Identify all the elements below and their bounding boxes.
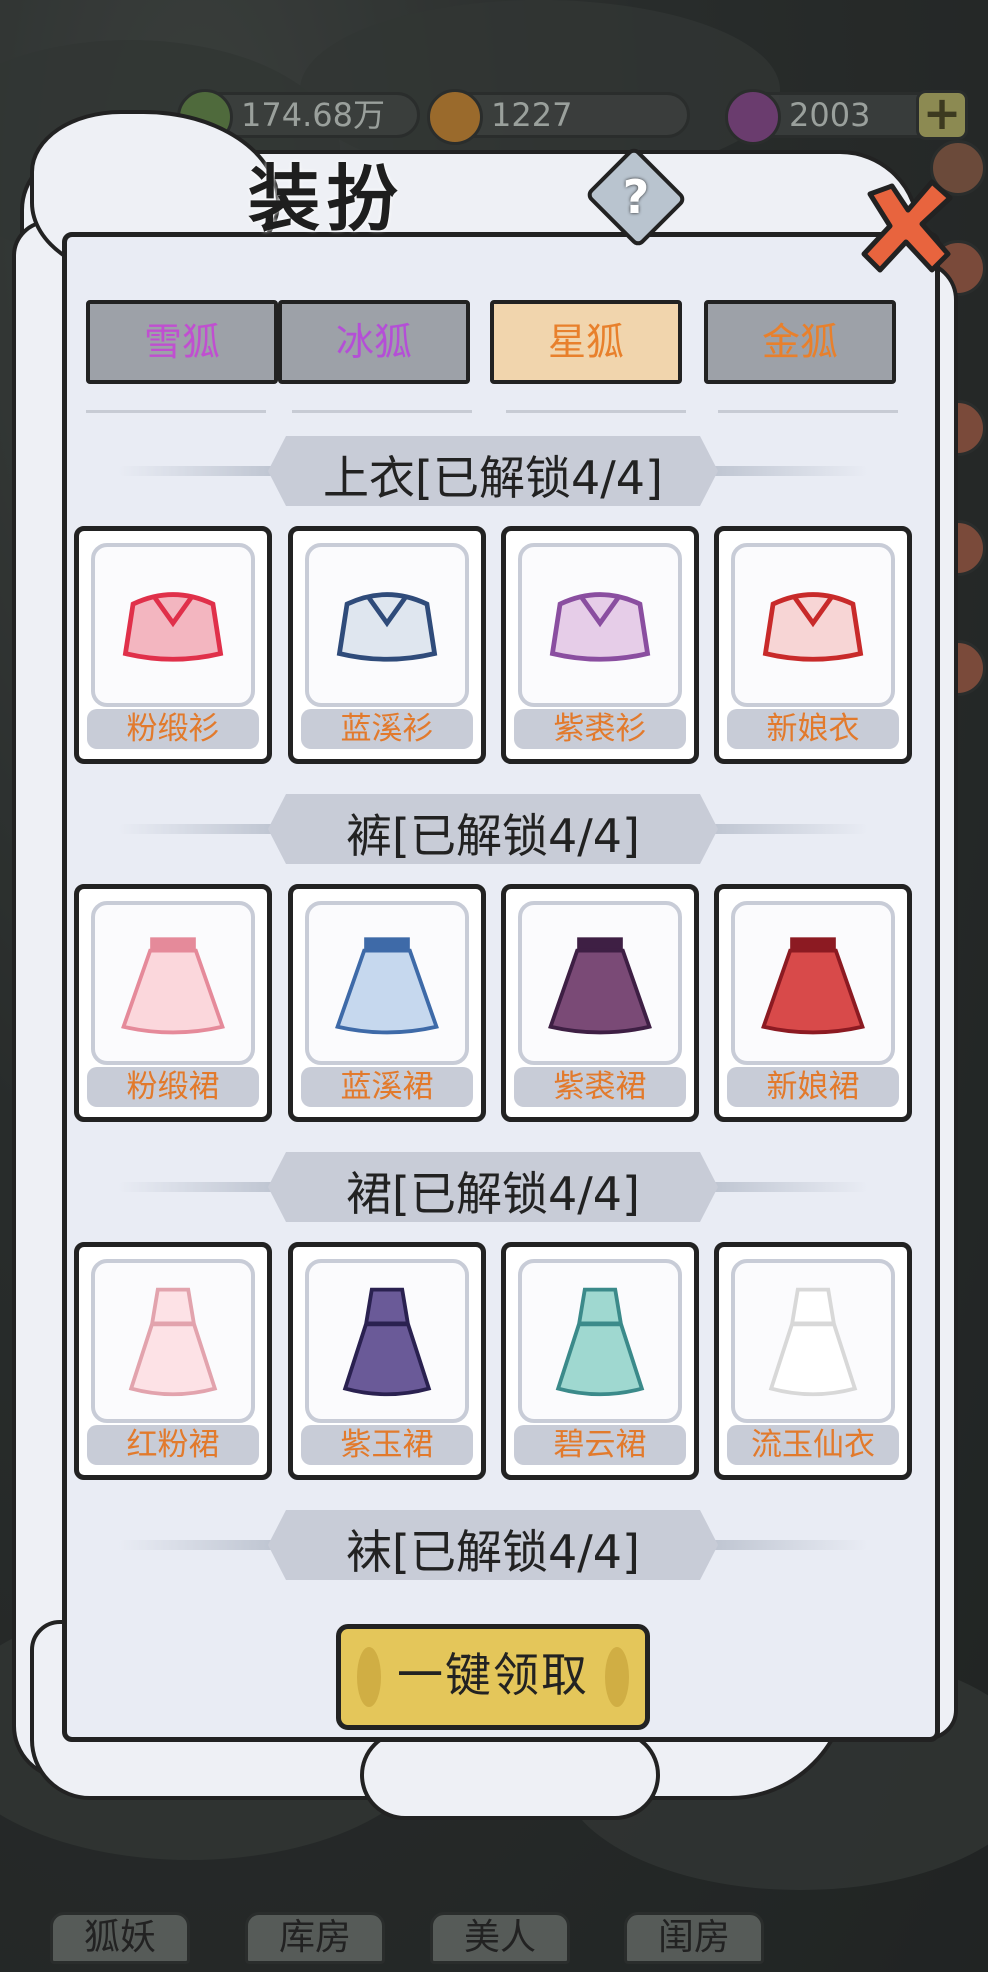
outfit-name: 粉缎裙 bbox=[87, 1067, 259, 1107]
claim-all-button[interactable]: 一键领取 bbox=[336, 1624, 650, 1730]
close-button[interactable] bbox=[852, 172, 962, 282]
outfit-image bbox=[518, 543, 682, 707]
outfit-name: 新娘衣 bbox=[727, 709, 899, 749]
outfit-card[interactable]: 新娘衣 bbox=[714, 526, 912, 764]
outfit-card[interactable]: 紫裘裙 bbox=[501, 884, 699, 1122]
fox-tabs: 雪狐 冰狐 星狐 金狐 bbox=[86, 300, 898, 413]
outfit-image bbox=[305, 543, 469, 707]
section-title: 袜[已解锁4/4] bbox=[346, 1525, 640, 1579]
tab-snow-fox[interactable]: 雪狐 bbox=[86, 300, 278, 384]
section-title: 裙[已解锁4/4] bbox=[346, 1167, 640, 1221]
tab-gold-fox[interactable]: 金狐 bbox=[704, 300, 896, 384]
section-banner: 上衣[已解锁4/4] bbox=[118, 436, 868, 506]
outfit-name: 新娘裙 bbox=[727, 1067, 899, 1107]
outfit-card[interactable]: 粉缎裙 bbox=[74, 884, 272, 1122]
outfit-name: 紫裘裙 bbox=[514, 1067, 686, 1107]
tab-label: 金狐 bbox=[761, 320, 838, 364]
outfit-image bbox=[305, 901, 469, 1065]
outfit-card[interactable]: 蓝溪裙 bbox=[288, 884, 486, 1122]
outfit-name: 蓝溪衫 bbox=[301, 709, 473, 749]
outfit-image bbox=[731, 901, 895, 1065]
fur-tail bbox=[360, 1730, 660, 1820]
resource-purple-value: 2003 bbox=[789, 96, 871, 134]
nav-tab-storage[interactable]: 库房 bbox=[245, 1912, 385, 1964]
tab-divider bbox=[718, 410, 898, 413]
question-icon: ? bbox=[622, 170, 650, 224]
section-banner: 裙[已解锁4/4] bbox=[118, 1152, 868, 1222]
section-title: 上衣[已解锁4/4] bbox=[323, 451, 663, 505]
outfit-card[interactable]: 紫玉裙 bbox=[288, 1242, 486, 1480]
outfit-name: 紫裘衫 bbox=[514, 709, 686, 749]
tab-label: 星狐 bbox=[547, 320, 624, 364]
outfit-name: 紫玉裙 bbox=[301, 1425, 473, 1465]
dialog-title: 装扮 bbox=[248, 156, 405, 241]
outfit-image bbox=[731, 1259, 895, 1423]
outfit-image bbox=[518, 1259, 682, 1423]
outfit-card[interactable]: 粉缎衫 bbox=[74, 526, 272, 764]
close-icon bbox=[861, 179, 953, 273]
outfit-image bbox=[731, 543, 895, 707]
outfit-name: 流玉仙衣 bbox=[727, 1425, 899, 1465]
tab-divider bbox=[292, 410, 472, 413]
bottom-nav: 狐妖 库房 美人 闺房 bbox=[0, 1912, 988, 1972]
outfit-card[interactable]: 蓝溪衫 bbox=[288, 526, 486, 764]
resource-orange: 1227 bbox=[427, 89, 690, 145]
outfit-image bbox=[91, 543, 255, 707]
outfit-image bbox=[91, 901, 255, 1065]
outfit-card[interactable]: 新娘裙 bbox=[714, 884, 912, 1122]
outfit-card[interactable]: 碧云裙 bbox=[501, 1242, 699, 1480]
section-banner: 袜[已解锁4/4] bbox=[118, 1510, 868, 1580]
nav-tab-boudoir[interactable]: 闺房 bbox=[624, 1912, 764, 1964]
outfit-name: 粉缎衫 bbox=[87, 709, 259, 749]
tab-divider bbox=[86, 410, 266, 413]
tab-label: 冰狐 bbox=[335, 320, 412, 364]
outfit-card[interactable]: 红粉裙 bbox=[74, 1242, 272, 1480]
section-title: 裤[已解锁4/4] bbox=[346, 809, 640, 863]
tab-label: 雪狐 bbox=[143, 320, 220, 364]
outfit-name: 红粉裙 bbox=[87, 1425, 259, 1465]
gem-currency-icon bbox=[725, 89, 781, 145]
tab-ice-fox[interactable]: 冰狐 bbox=[278, 300, 470, 384]
outfit-image bbox=[91, 1259, 255, 1423]
nav-tab-fox[interactable]: 狐妖 bbox=[50, 1912, 190, 1964]
coin-currency-icon bbox=[427, 89, 483, 145]
add-currency-button[interactable]: + bbox=[916, 90, 968, 140]
outfit-image bbox=[518, 901, 682, 1065]
resource-bar: 174.68万 1227 2003 + bbox=[177, 89, 968, 145]
tab-star-fox[interactable]: 星狐 bbox=[490, 300, 682, 384]
outfit-name: 蓝溪裙 bbox=[301, 1067, 473, 1107]
outfit-image bbox=[305, 1259, 469, 1423]
outfit-card[interactable]: 紫裘衫 bbox=[501, 526, 699, 764]
outfit-name: 碧云裙 bbox=[514, 1425, 686, 1465]
resource-green-value: 174.68万 bbox=[241, 96, 385, 134]
tab-divider bbox=[506, 410, 686, 413]
nav-tab-beauty[interactable]: 美人 bbox=[430, 1912, 570, 1964]
resource-orange-value: 1227 bbox=[491, 96, 573, 134]
outfit-card[interactable]: 流玉仙衣 bbox=[714, 1242, 912, 1480]
section-banner: 裤[已解锁4/4] bbox=[118, 794, 868, 864]
